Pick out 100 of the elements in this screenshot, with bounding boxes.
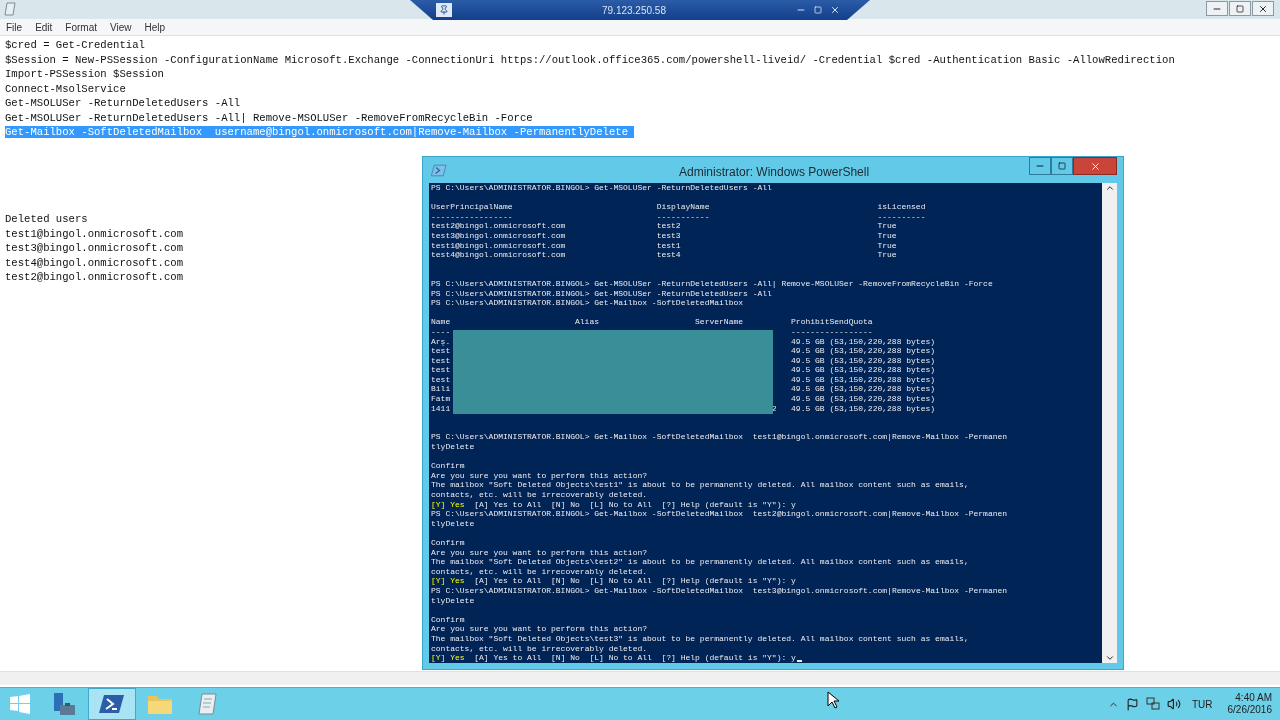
window-title: Administrator: Windows PowerShell bbox=[679, 164, 870, 181]
clock-date: 6/26/2016 bbox=[1227, 704, 1272, 716]
console-table-cell: Arş. bbox=[431, 336, 451, 347]
console-table-cell: ---- bbox=[431, 326, 451, 337]
menu-item[interactable]: View bbox=[110, 19, 132, 35]
text-line: $Session = New-PSSession -ConfigurationName Microsoft.Exchange -ConnectionUri https://outlook.office365.com/powershell-liveid/ -Credential $cred -Authentication Basic -AllowRedirection bbox=[5, 53, 1175, 66]
console-table-cell: True bbox=[877, 250, 897, 260]
console-line: Confirm bbox=[431, 461, 466, 471]
console-line: The mailbox "Soft Deleted Objects\test3" is about to be permanently deleted. All mailbox content such as emails, bbox=[431, 633, 970, 644]
text-line: test4@bingol.onmicrosoft.com bbox=[5, 256, 183, 269]
console-line: Are you sure you want to perform this action? bbox=[431, 624, 649, 634]
pin-icon bbox=[439, 5, 449, 15]
console-table-cell: Bili bbox=[431, 384, 451, 395]
console-table-cell: test1@bingol.onmicrosoft.com bbox=[431, 240, 566, 251]
console-line: [A] Yes to All [N] No [L] No to All [?] Help (default is "Y"): y bbox=[473, 653, 796, 663]
text-cursor bbox=[796, 660, 802, 663]
restore-icon bbox=[1236, 4, 1244, 13]
text-line: test3@bingol.onmicrosoft.com bbox=[5, 242, 183, 254]
console-table-header: Alias bbox=[575, 317, 600, 327]
console-table-cell: test bbox=[431, 365, 451, 375]
console-line: PS C:\Users\ADMINISTRATOR.BINGOL> Get-MSOLUSer -ReturnDeletedUsers -All bbox=[431, 183, 773, 193]
text-line: Connect-MsolService bbox=[5, 82, 126, 95]
console-table-cell: Fatm bbox=[431, 394, 451, 404]
server-toolbox-icon bbox=[51, 691, 77, 717]
console-line: contacts, etc. will be irrecoverably deleted. bbox=[431, 490, 649, 500]
restore-icon bbox=[813, 6, 822, 14]
console-line: tlyDelete bbox=[431, 442, 476, 452]
clock-time: 4:40 AM bbox=[1235, 692, 1272, 704]
minimize-button[interactable] bbox=[1206, 1, 1228, 16]
close-icon bbox=[1258, 3, 1268, 14]
console-table-cell: test3 bbox=[656, 230, 681, 241]
console-line: Are you sure you want to perform this action? bbox=[431, 470, 649, 481]
vertical-scrollbar[interactable] bbox=[1102, 183, 1117, 663]
maximize-button[interactable] bbox=[1051, 157, 1073, 175]
console-table-cell: DisplayName bbox=[656, 202, 710, 212]
console-table-cell: 49.5 GB (53,150,220,288 bytes) bbox=[791, 365, 936, 375]
console-line: tlyDelete bbox=[431, 595, 476, 606]
close-button[interactable] bbox=[829, 5, 840, 15]
console-line: [A] Yes to All [N] No [L] No to All [?] Help (default is "Y"): y bbox=[473, 499, 796, 510]
clock[interactable]: 4:40 AM 6/26/2016 bbox=[1227, 692, 1272, 716]
console-table-cell: 49.5 GB (53,150,220,288 bytes) bbox=[791, 374, 936, 385]
default-choice-text: [Y] Yes bbox=[431, 576, 465, 586]
speaker-icon[interactable] bbox=[1166, 697, 1181, 711]
flag-icon[interactable] bbox=[1125, 697, 1139, 711]
console-table-cell: True bbox=[877, 221, 897, 231]
console-line: The mailbox "Soft Deleted Objects\test2" is about to be permanently deleted. All mailbox content such as emails, bbox=[431, 557, 970, 567]
menu-item[interactable]: Help bbox=[144, 19, 166, 35]
console-table-cell: test4 bbox=[656, 250, 681, 260]
console-line: contacts, etc. will be irrecoverably deleted. bbox=[431, 566, 649, 577]
input-language-indicator[interactable]: TUR bbox=[1191, 696, 1213, 712]
console-line: tlyDelete bbox=[431, 518, 476, 529]
console-table-cell: 49.5 GB (53,150,220,288 bytes) bbox=[791, 394, 936, 404]
menu-item[interactable]: Format bbox=[65, 19, 98, 35]
console-line: Confirm bbox=[431, 614, 466, 625]
close-icon bbox=[829, 5, 840, 15]
console-table-cell: test2 bbox=[656, 221, 681, 231]
notepad-icon bbox=[4, 2, 16, 16]
console-line: Confirm bbox=[431, 537, 466, 548]
console-table-cell: True bbox=[877, 230, 897, 241]
console-table-cell: isLicensed bbox=[877, 202, 926, 212]
console-table-cell: 1411 bbox=[431, 403, 451, 414]
console-table-cell: test3@bingol.onmicrosoft.com bbox=[431, 230, 566, 241]
console-line: PS C:\Users\ADMINISTRATOR.BINGOL> Get-Mailbox -SoftDeletedMailbox test1@bingol.onmicrosoft.com|Remove-Mailbox -Permanen bbox=[431, 432, 1009, 443]
console-table-cell: ----------------- bbox=[791, 326, 873, 337]
console-line: The mailbox "Soft Deleted Objects\test1" is about to be permanently deleted. All mailbox content such as emails, bbox=[431, 480, 970, 490]
text-line: $cred = Get-Credential bbox=[5, 39, 145, 51]
mouse-pointer-icon bbox=[827, 691, 839, 709]
console-table-cell: test bbox=[431, 346, 451, 356]
text-line: Get-MSOLUSer -ReturnDeletedUsers -All bbox=[5, 97, 241, 109]
notepad-icon bbox=[196, 692, 220, 716]
console-line: contacts, etc. will be irrecoverably deleted. bbox=[431, 643, 649, 654]
console-table-cell: True bbox=[877, 240, 897, 251]
network-icon[interactable] bbox=[1145, 697, 1160, 711]
console-table-cell: 49.5 GB (53,150,220,288 bytes) bbox=[791, 403, 936, 414]
horizontal-scrollbar[interactable] bbox=[0, 671, 1280, 685]
close-button[interactable] bbox=[1252, 1, 1274, 16]
folder-icon bbox=[147, 693, 173, 715]
console-table-cell: test bbox=[431, 355, 451, 366]
console-table-cell: ----------------- bbox=[431, 211, 513, 222]
scroll-down-icon[interactable] bbox=[1104, 653, 1115, 663]
console-table-cell: ---------- bbox=[877, 211, 926, 222]
menu-item[interactable]: Edit bbox=[35, 19, 53, 35]
minimize-button[interactable] bbox=[1029, 157, 1051, 175]
powershell-icon bbox=[99, 693, 125, 715]
console-table-cell: 49.5 GB (53,150,220,288 bytes) bbox=[791, 346, 936, 356]
menu-item[interactable]: File bbox=[6, 19, 23, 35]
scroll-up-icon[interactable] bbox=[1104, 183, 1115, 193]
powershell-icon bbox=[431, 163, 447, 177]
console-table-cell: test4@bingol.onmicrosoft.com bbox=[431, 250, 566, 260]
default-choice-text: [Y] Yes bbox=[431, 499, 465, 510]
console-line: [A] Yes to All [N] No [L] No to All [?] Help (default is "Y"): y bbox=[473, 576, 796, 586]
console-table-cell: UserPrincipalName bbox=[431, 202, 513, 212]
taskbar-app-button[interactable] bbox=[88, 688, 136, 720]
default-choice-text: [Y] Yes bbox=[431, 653, 465, 663]
close-icon bbox=[1089, 160, 1101, 172]
remote-host-address: 79.123.250.58 bbox=[602, 3, 666, 18]
pin-button[interactable] bbox=[436, 3, 452, 17]
console-line: PS C:\Users\ADMINISTRATOR.BINGOL> Get-MSOLUSer -ReturnDeletedUsers -All| Remove-MSOLUSer -RemoveFromRecycleBin -Force bbox=[431, 278, 994, 289]
console-table-cell: test bbox=[431, 374, 451, 385]
console-table-cell: 49.5 GB (53,150,220,288 bytes) bbox=[791, 355, 936, 366]
